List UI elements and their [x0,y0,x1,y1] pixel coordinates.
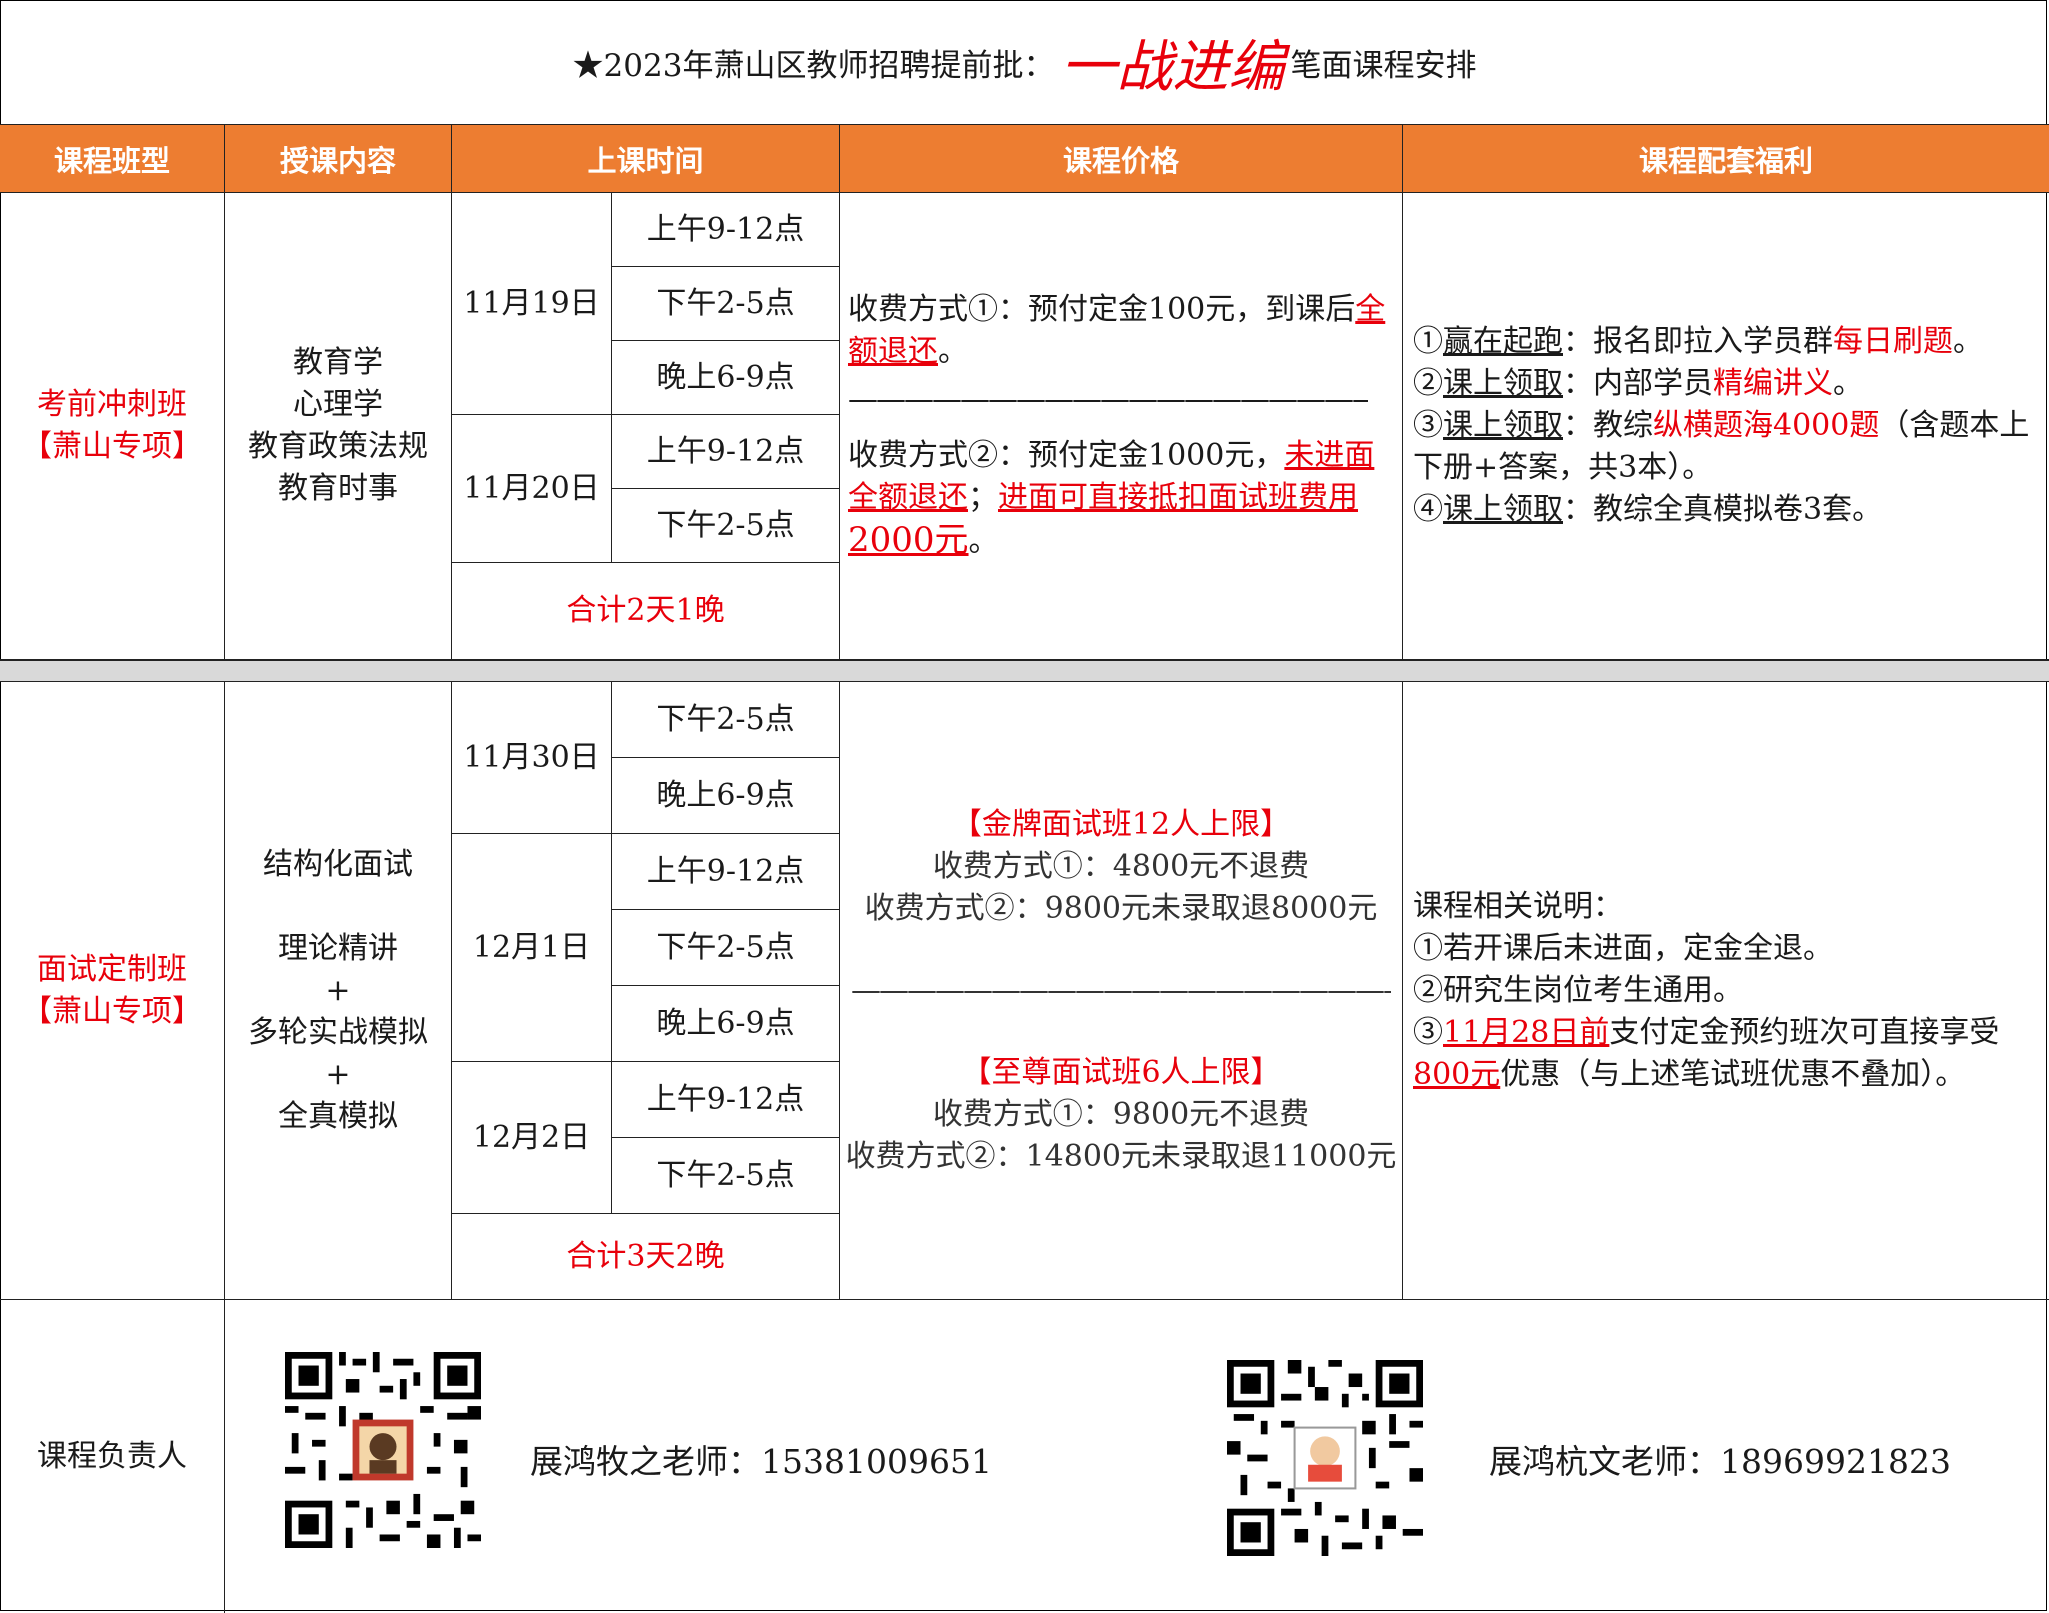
written-slot: 下午2-5点 [612,489,840,563]
section-separator [0,660,2049,682]
header-content: 授课内容 [225,125,452,193]
interview-content-item: 结构化面试 [263,846,413,882]
interview-slot: 下午2-5点 [612,910,840,986]
footer-contacts: 展鸿牧之老师：15381009651 展鸿杭文老师：18969921823 [225,1300,2049,1613]
title-suffix: 笔面课程安排 [1290,47,1477,84]
header-price: 课程价格 [840,125,1403,193]
written-date-2: 11月20日 [452,415,612,563]
interview-slot: 上午9-12点 [612,834,840,910]
note-item: ②研究生岗位考生通用。 [1413,972,1743,1008]
interview-notes: 课程相关说明： ①若开课后未进面，定金全退。 ②研究生岗位考生通用。 ③11月2… [1403,682,2049,1300]
header-time: 上课时间 [452,125,840,193]
written-slot: 下午2-5点 [612,267,840,341]
interview-slot: 晚上6-9点 [612,758,840,834]
interview-slot: 晚上6-9点 [612,986,840,1062]
gold-class-title: 【金牌面试班12人上限】 [951,806,1291,842]
interview-content-item: + [325,972,351,1008]
supreme-price-1: 收费方式①：9800元不退费 [932,1096,1310,1132]
written-content-item: 教育时事 [278,471,398,506]
interview-price-divider: —————————————————————— [851,972,1391,1008]
page-title: ★2023年萧山区教师招聘提前批： 一战进编 笔面课程安排 [0,0,2049,125]
interview-content: 结构化面试 理论精讲 + 多轮实战模拟 + 全真模拟 [225,682,452,1300]
written-content-item: 教育学 [293,345,383,380]
interview-class-name: 面试定制班 [37,951,187,987]
written-price-option-2: 收费方式②：预付定金1000元，未进面全额退还；进面可直接抵扣面试班费用2000… [848,438,1375,560]
qr-code-1[interactable] [285,1352,481,1548]
written-price-divider: —————————————————————— [848,382,1368,417]
supreme-price-2: 收费方式②：14800元未录取退11000元 [845,1138,1397,1174]
written-slot: 上午9-12点 [612,415,840,489]
interview-content-item: 全真模拟 [278,1098,398,1134]
interview-date-1: 11月30日 [452,682,612,834]
interview-content-item: + [325,1056,351,1092]
interview-slot: 下午2-5点 [612,1138,840,1214]
written-content-item: 教育政策法规 [248,429,428,464]
written-class-tag: 【萧山专项】 [22,429,202,464]
written-content: 教育学 心理学 教育政策法规 教育时事 [225,193,452,660]
interview-date-2: 12月1日 [452,834,612,1062]
interview-total: 合计3天2晚 [452,1214,840,1300]
written-slot: 晚上6-9点 [612,341,840,415]
notes-title: 课程相关说明： [1413,888,1623,924]
written-content-item: 心理学 [293,387,383,422]
header-class-type: 课程班型 [0,125,225,193]
contact-2: 展鸿杭文老师：18969921823 [1489,1442,1951,1481]
interview-slot: 下午2-5点 [612,682,840,758]
written-slot: 上午9-12点 [612,193,840,267]
interview-class-tag: 【萧山专项】 [22,993,202,1029]
supreme-class-title: 【至尊面试班6人上限】 [961,1054,1281,1090]
qr-code-2[interactable] [1227,1360,1423,1556]
written-benefits: ①赢在起跑：报名即拉入学员群每日刷题。 ②课上领取：内部学员精编讲义。 ③课上领… [1403,193,2049,660]
written-class-type: 考前冲刺班 【萧山专项】 [0,193,225,660]
interview-price: 【金牌面试班12人上限】 收费方式①：4800元不退费 收费方式②：9800元未… [840,682,1403,1300]
note-item: ①若开课后未进面，定金全退。 [1413,930,1833,966]
benefit-item: ③课上领取：教综纵横题海4000题（含题本上下册+答案，共3本）。 [1413,408,2030,485]
interview-slot: 上午9-12点 [612,1062,840,1138]
written-price-option-1: 收费方式①：预付定金100元，到课后全额退还。 [848,292,1386,369]
contact-1: 展鸿牧之老师：15381009651 [530,1442,992,1481]
written-total: 合计2天1晚 [452,563,840,660]
title-highlight: 一战进编 [1060,34,1285,100]
footer-label: 课程负责人 [0,1300,225,1613]
header-benefits: 课程配套福利 [1403,125,2049,193]
written-class-name: 考前冲刺班 [37,387,187,422]
benefit-item: ①赢在起跑：报名即拉入学员群每日刷题。 [1413,324,1983,359]
interview-content-item: 理论精讲 [278,930,398,966]
interview-class-type: 面试定制班 【萧山专项】 [0,682,225,1300]
note-item: ③11月28日前支付定金预约班次可直接享受800元优惠（与上述笔试班优惠不叠加）… [1413,1014,2000,1092]
gold-price-1: 收费方式①：4800元不退费 [932,848,1310,884]
gold-price-2: 收费方式②：9800元未录取退8000元 [864,890,1378,926]
written-price: 收费方式①：预付定金100元，到课后全额退还。 ————————————————… [840,193,1403,660]
title-prefix: ★2023年萧山区教师招聘提前批： [572,47,1055,84]
benefit-item: ④课上领取：教综全真模拟卷3套。 [1413,492,1883,527]
written-date-1: 11月19日 [452,193,612,415]
benefit-item: ②课上领取：内部学员精编讲义。 [1413,366,1863,401]
interview-date-3: 12月2日 [452,1062,612,1214]
schedule-page: ★2023年萧山区教师招聘提前批： 一战进编 笔面课程安排 课程班型 授课内容 … [0,0,2049,1613]
interview-content-item: 多轮实战模拟 [248,1014,428,1050]
